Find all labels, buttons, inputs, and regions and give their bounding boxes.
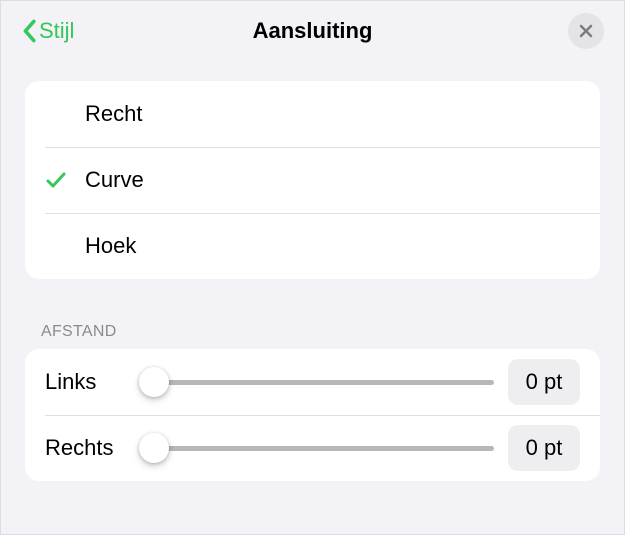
slider-thumb[interactable] [139,433,169,463]
back-label: Stijl [39,18,74,44]
slider-thumb[interactable] [139,367,169,397]
distance-left-row: Links 0 pt [25,349,600,415]
connection-option-curve[interactable]: Curve [25,147,600,213]
panel-title: Aansluiting [253,18,373,44]
distance-right-row: Rechts 0 pt [25,415,600,481]
distance-left-slider[interactable] [139,367,494,397]
option-label: Curve [85,167,144,193]
distance-section-header: AFSTAND [1,299,624,349]
panel-header: Stijl Aansluiting [1,1,624,61]
check-area [45,169,85,191]
connection-option-hoek[interactable]: Hoek [25,213,600,279]
slider-rail [139,380,494,385]
distance-right-slider[interactable] [139,433,494,463]
close-icon [578,23,594,39]
distance-left-value[interactable]: 0 pt [508,359,580,405]
checkmark-icon [45,169,67,191]
option-label: Recht [85,101,142,127]
option-label: Hoek [85,233,136,259]
close-button[interactable] [568,13,604,49]
chevron-left-icon [21,19,37,43]
back-button[interactable]: Stijl [21,18,74,44]
connection-type-list: Recht Curve Hoek [25,81,600,279]
slider-rail [139,446,494,451]
distance-right-value[interactable]: 0 pt [508,425,580,471]
distance-left-label: Links [45,369,125,395]
connection-option-recht[interactable]: Recht [25,81,600,147]
distance-group: Links 0 pt Rechts 0 pt [25,349,600,481]
distance-right-label: Rechts [45,435,125,461]
